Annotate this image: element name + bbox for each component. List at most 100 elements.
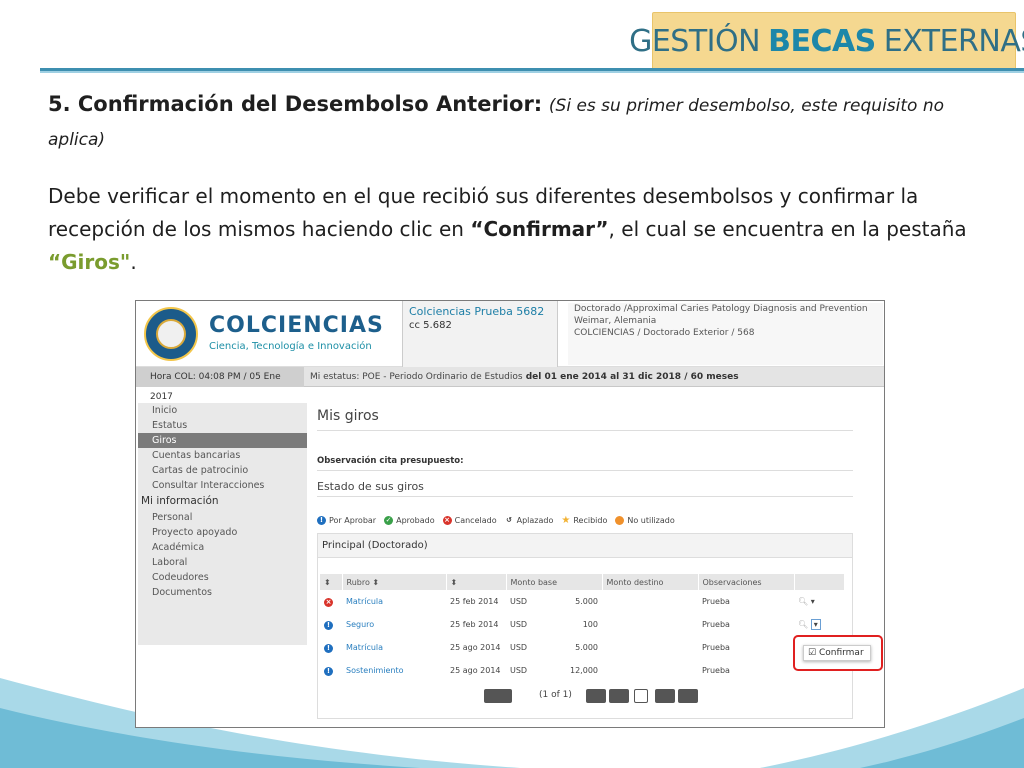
- sidebar-item-proyecto[interactable]: Proyecto apoyado: [138, 525, 307, 540]
- brand-part-2: BECAS: [768, 23, 876, 59]
- status-prefix: Mi estatus: POE - Periodo Ordinario de E…: [310, 372, 523, 382]
- row-fecha: 25 ago 2014: [450, 666, 501, 675]
- circle-icon: [615, 515, 625, 525]
- brand-part-3: EXTERNAS: [883, 23, 1024, 59]
- sidebar-item-estatus[interactable]: Estatus: [138, 418, 307, 433]
- row-monto-destino: [602, 659, 698, 682]
- panel-title: Principal (Doctorado): [318, 534, 852, 558]
- user-name: Colciencias Prueba 5682: [409, 305, 545, 318]
- legend-label: No utilizado: [627, 515, 675, 525]
- sidebar-item-personal[interactable]: Personal: [138, 510, 307, 525]
- column-header-fecha[interactable]: ⬍: [446, 574, 507, 590]
- column-header-observaciones[interactable]: Observaciones: [698, 574, 795, 590]
- row-rubro[interactable]: Seguro: [342, 613, 446, 636]
- sidebar-item-interacciones[interactable]: Consultar Interacciones: [138, 478, 307, 493]
- row-monto-destino: [602, 636, 698, 659]
- logo-name: COLCIENCIAS: [209, 313, 384, 338]
- pager-prev-button[interactable]: [586, 689, 606, 703]
- table-row: ! Sostenimiento 25 ago 2014 USD 12,000 Pr…: [320, 659, 844, 682]
- confirm-highlight: ☑ Confirmar: [793, 635, 883, 671]
- sidebar-item-academica[interactable]: Académica: [138, 540, 307, 555]
- sidebar-item-cuentas[interactable]: Cuentas bancarias: [138, 448, 307, 463]
- pager-last-button[interactable]: [678, 689, 698, 703]
- row-obs: Prueba: [702, 620, 730, 629]
- legend-label: Por Aprobar: [329, 515, 377, 525]
- legend-no-utilizado: No utilizado: [615, 515, 675, 525]
- sidebar-item-cartas[interactable]: Cartas de patrocinio: [138, 463, 307, 478]
- giros-table: ⬍ Rubro ⬍ ⬍ Monto base Monto destino Obs…: [320, 574, 845, 682]
- pager-page-1[interactable]: [634, 689, 648, 703]
- page-title: Mis giros: [317, 401, 853, 431]
- legend-label: Recibido: [573, 515, 608, 525]
- republic-seal-icon: [144, 307, 198, 361]
- pager-next-button[interactable]: [655, 689, 675, 703]
- check-icon: ✓: [384, 515, 394, 525]
- pager-first-button[interactable]: [484, 689, 512, 703]
- legend-label: Cancelado: [454, 515, 497, 525]
- row-rubro[interactable]: Matrícula: [342, 590, 446, 613]
- legend-aplazado: ↺ Aplazado: [504, 515, 554, 525]
- slide-body: Debe verificar el momento en el que reci…: [48, 180, 978, 279]
- sidebar-section-head: Mi información: [141, 495, 219, 507]
- pager-prev2-button[interactable]: [609, 689, 629, 703]
- body-text-2: , el cual se encuentra en la pestaña: [608, 217, 967, 241]
- chevron-down-icon[interactable]: ▾: [811, 597, 815, 606]
- column-header-rubro[interactable]: Rubro ⬍: [342, 574, 447, 590]
- checkbox-icon: ☑: [808, 648, 817, 658]
- user-id: cc 5.682: [409, 320, 452, 331]
- row-monto-base: USD 100: [510, 620, 598, 629]
- table-row: ! Matrícula 25 ago 2014 USD 5.000 Prueba: [320, 636, 844, 659]
- row-actions[interactable]: 🔍︎ ▾: [794, 613, 844, 636]
- legend-label: Aplazado: [516, 515, 554, 525]
- star-icon: ★: [561, 514, 571, 526]
- brand-banner: GESTIÓN BECAS EXTERNAS: [629, 12, 1024, 70]
- legend-por-aprobar: ! Por Aprobar: [317, 515, 377, 525]
- row-obs: Prueba: [702, 597, 730, 606]
- sidebar-item-giros[interactable]: Giros: [138, 433, 307, 448]
- info-icon: !: [324, 620, 333, 630]
- legend-label: Aprobado: [396, 515, 435, 525]
- row-obs: Prueba: [702, 666, 730, 675]
- sidebar-item-codeudores[interactable]: Codeudores: [138, 570, 307, 585]
- confirm-menu-item[interactable]: ☑ Confirmar: [803, 645, 871, 661]
- legend-aprobado: ✓ Aprobado: [384, 515, 435, 525]
- app-screenshot: COLCIENCIAS Ciencia, Tecnología e Innova…: [135, 300, 885, 728]
- sidebar-item-documentos[interactable]: Documentos: [138, 585, 307, 600]
- sidebar-item-laboral[interactable]: Laboral: [138, 555, 307, 570]
- colciencias-logo: COLCIENCIAS Ciencia, Tecnología e Innova…: [136, 301, 401, 367]
- cancel-icon: ×: [324, 597, 333, 607]
- user-info: Colciencias Prueba 5682 cc 5.682: [402, 301, 558, 367]
- row-monto-destino: [602, 590, 698, 613]
- slide-title: 5. Confirmación del Desembolso Anterior:…: [48, 88, 978, 156]
- row-rubro[interactable]: Matrícula: [342, 636, 446, 659]
- row-obs: Prueba: [702, 643, 730, 652]
- column-header-monto-base[interactable]: Monto base: [506, 574, 603, 590]
- current-time: Hora COL: 04:08 PM / 05 Ene 2017: [136, 367, 304, 402]
- body-giros: “Giros": [48, 250, 131, 274]
- row-actions[interactable]: 🔍︎ ▾: [794, 590, 844, 613]
- cancel-icon: ×: [442, 515, 452, 525]
- logo-subtitle: Ciencia, Tecnología e Innovación: [209, 341, 372, 352]
- info-icon: !: [317, 515, 326, 525]
- row-fecha: 25 feb 2014: [450, 620, 499, 629]
- status-legend: ! Por Aprobar ✓ Aprobado × Cancelado ↺ Aplaz…: [317, 513, 857, 527]
- row-monto-base: USD 5.000: [510, 597, 598, 606]
- legend-recibido: ★ Recibido: [561, 514, 608, 526]
- sort-icon[interactable]: ⬍: [320, 574, 343, 590]
- pagination: (1 of 1): [320, 687, 850, 705]
- table-row: ! Seguro 25 feb 2014 USD 100 Prueba 🔍︎ ▾: [320, 613, 844, 636]
- legend-cancelado: × Cancelado: [442, 515, 497, 525]
- program-line-3: COLCIENCIAS / Doctorado Exterior / 568: [574, 328, 755, 338]
- undo-icon: ↺: [504, 515, 514, 525]
- row-fecha: 25 ago 2014: [450, 643, 501, 652]
- observation-label: Observación cita presupuesto:: [317, 451, 853, 471]
- status-section-title: Estado de sus giros: [317, 477, 853, 497]
- row-monto-destino: [602, 613, 698, 636]
- column-header-monto-destino[interactable]: Monto destino: [602, 574, 699, 590]
- chevron-down-icon[interactable]: ▾: [810, 619, 821, 630]
- sidebar-item-inicio[interactable]: Inicio: [138, 403, 307, 418]
- search-icon[interactable]: 🔍︎: [798, 597, 808, 606]
- status-range: del 01 ene 2014 al 31 dic 2018 / 60 mese…: [522, 372, 739, 382]
- row-rubro[interactable]: Sostenimiento: [342, 659, 446, 682]
- search-icon[interactable]: 🔍︎: [798, 620, 808, 629]
